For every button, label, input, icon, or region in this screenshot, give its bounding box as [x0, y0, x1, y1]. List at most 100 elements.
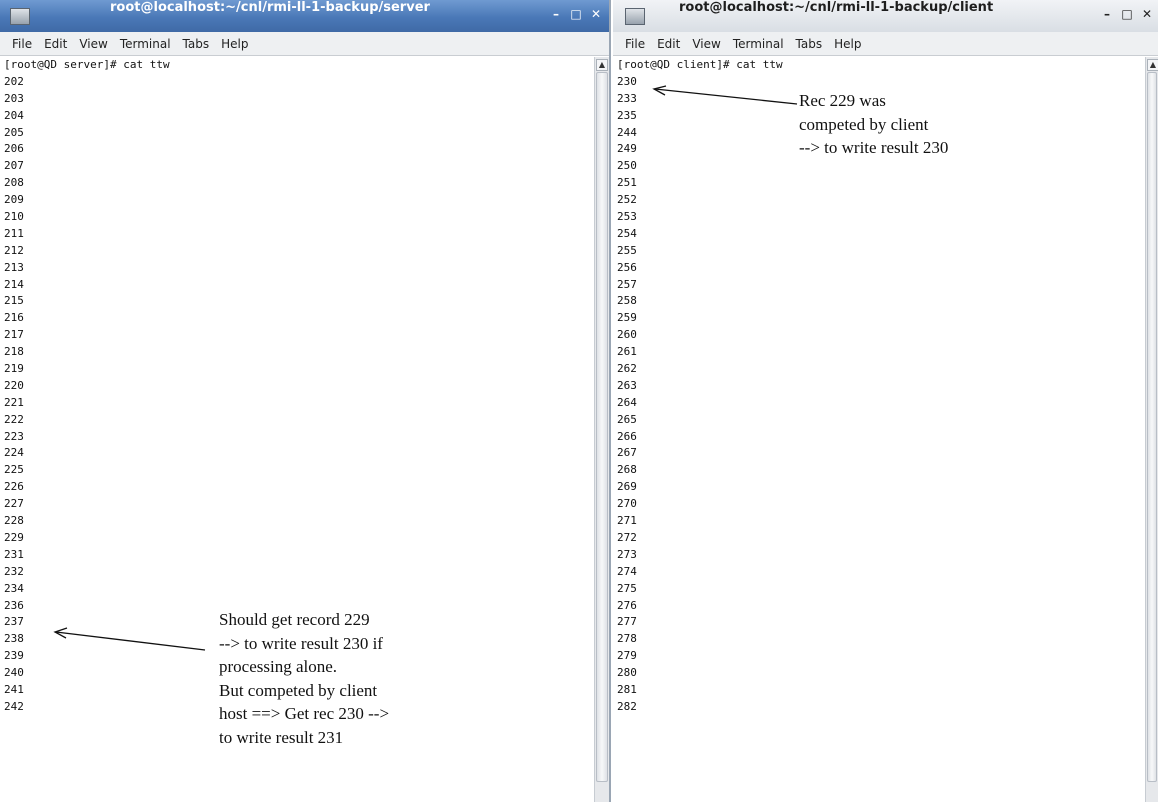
terminal-app-icon	[10, 8, 30, 25]
output-line: 255	[617, 243, 637, 257]
output-line: 256	[617, 260, 637, 274]
menu-terminal[interactable]: Terminal	[733, 37, 784, 51]
menu-help[interactable]: Help	[221, 37, 248, 51]
command-line: [root@QD client]# cat ttw	[617, 58, 783, 71]
command-line: [root@QD server]# cat ttw	[4, 58, 170, 71]
annotation-line: --> to write result 230 if	[219, 633, 383, 653]
output-line: 208	[4, 176, 24, 190]
menu-edit[interactable]: Edit	[44, 37, 67, 51]
output-line: 268	[617, 463, 637, 477]
annotation-line: Should get record 229	[219, 610, 370, 629]
output-line: 264	[617, 395, 637, 409]
terminal-app-icon	[625, 8, 645, 25]
server-titlebar[interactable]: root@localhost:~/cnl/rmi-ll-1-backup/ser…	[0, 0, 609, 32]
menu-terminal[interactable]: Terminal	[120, 37, 171, 51]
output-line: 215	[4, 294, 24, 308]
output-line: 259	[617, 311, 637, 325]
output-line: 210	[4, 210, 24, 224]
output-line: 257	[617, 277, 637, 291]
output-line: 234	[4, 581, 24, 595]
scroll-thumb[interactable]	[596, 72, 608, 782]
output-line: 221	[4, 395, 24, 409]
output-line: 223	[4, 429, 24, 443]
client-terminal-output[interactable]: [root@QD client]# cat ttw 230 233 235 244 249…	[613, 57, 1146, 802]
output-line: 275	[617, 581, 637, 595]
output-line: 219	[4, 362, 24, 376]
annotation-line: to write result 231	[219, 727, 344, 747]
output-line: 228	[4, 514, 24, 528]
output-line: 251	[617, 176, 637, 190]
annotation-line: Rec 229 was	[799, 91, 886, 110]
output-line: 262	[617, 362, 637, 376]
maximize-button[interactable]: □	[1118, 6, 1136, 23]
output-line: 229	[4, 530, 24, 544]
output-line: 261	[617, 345, 637, 359]
output-line: 203	[4, 91, 24, 105]
output-line: 250	[617, 159, 637, 173]
output-line: 278	[617, 632, 637, 646]
output-line: 272	[617, 530, 637, 544]
menu-view[interactable]: View	[692, 37, 720, 51]
output-line: 260	[617, 328, 637, 342]
output-line: 214	[4, 277, 24, 291]
output-line: 217	[4, 328, 24, 342]
output-line: 226	[4, 480, 24, 494]
menu-tabs[interactable]: Tabs	[796, 37, 823, 51]
annotation-line: But competed by client	[219, 680, 378, 700]
maximize-button[interactable]: □	[567, 6, 585, 23]
output-line: 267	[617, 446, 637, 460]
output-line: 207	[4, 159, 24, 173]
output-line: 276	[617, 598, 637, 612]
output-line: 224	[4, 446, 24, 460]
output-line: 212	[4, 243, 24, 257]
server-scrollbar[interactable]: ▲	[594, 57, 609, 802]
annotation-line: --> to write result 230	[799, 138, 949, 157]
scroll-thumb[interactable]	[1147, 72, 1157, 782]
scroll-up-icon[interactable]: ▲	[1147, 59, 1158, 71]
output-line: 253	[617, 210, 637, 224]
scroll-up-icon[interactable]: ▲	[596, 59, 608, 71]
output-line: 231	[4, 547, 24, 561]
server-annotation: Should get record 229 --> to write resul…	[219, 608, 389, 749]
output-line: 269	[617, 480, 637, 494]
output-line: 206	[4, 142, 24, 156]
client-scrollbar[interactable]: ▲	[1145, 57, 1158, 802]
menu-file[interactable]: File	[12, 37, 32, 51]
close-button[interactable]: ✕	[587, 6, 605, 23]
menu-help[interactable]: Help	[834, 37, 861, 51]
output-line: 204	[4, 108, 24, 122]
output-line: 273	[617, 547, 637, 561]
menu-file[interactable]: File	[625, 37, 645, 51]
output-line: 232	[4, 564, 24, 578]
menu-edit[interactable]: Edit	[657, 37, 680, 51]
annotation-line: competed by client	[799, 114, 929, 134]
menu-tabs[interactable]: Tabs	[183, 37, 210, 51]
output-line: 209	[4, 193, 24, 207]
output-line: 281	[617, 682, 637, 696]
client-titlebar[interactable]: root@localhost:~/cnl/rmi-ll-1-backup/cli…	[613, 0, 1158, 33]
output-line: 202	[4, 74, 24, 88]
output-line: 227	[4, 497, 24, 511]
output-line: 220	[4, 378, 24, 392]
output-line: 225	[4, 463, 24, 477]
output-line: 280	[617, 666, 637, 680]
output-line: 222	[4, 412, 24, 426]
minimize-button[interactable]: –	[547, 6, 565, 23]
output-line: 254	[617, 226, 637, 240]
output-line: 213	[4, 260, 24, 274]
output-line: 282	[617, 699, 637, 713]
server-window-title: root@localhost:~/cnl/rmi-ll-1-backup/ser…	[110, 0, 430, 15]
output-line: 216	[4, 311, 24, 325]
output-line: 263	[617, 378, 637, 392]
output-line: 271	[617, 514, 637, 528]
client-menubar: File Edit View Terminal Tabs Help	[613, 32, 1158, 56]
output-line: 270	[617, 497, 637, 511]
server-menubar: File Edit View Terminal Tabs Help	[0, 32, 609, 56]
output-line: 258	[617, 294, 637, 308]
menu-view[interactable]: View	[79, 37, 107, 51]
close-button[interactable]: ✕	[1138, 6, 1156, 23]
minimize-button[interactable]: –	[1098, 6, 1116, 23]
client-window-title: root@localhost:~/cnl/rmi-ll-1-backup/cli…	[679, 0, 994, 15]
output-line: 205	[4, 125, 24, 139]
annotation-line: processing alone.	[219, 657, 338, 676]
